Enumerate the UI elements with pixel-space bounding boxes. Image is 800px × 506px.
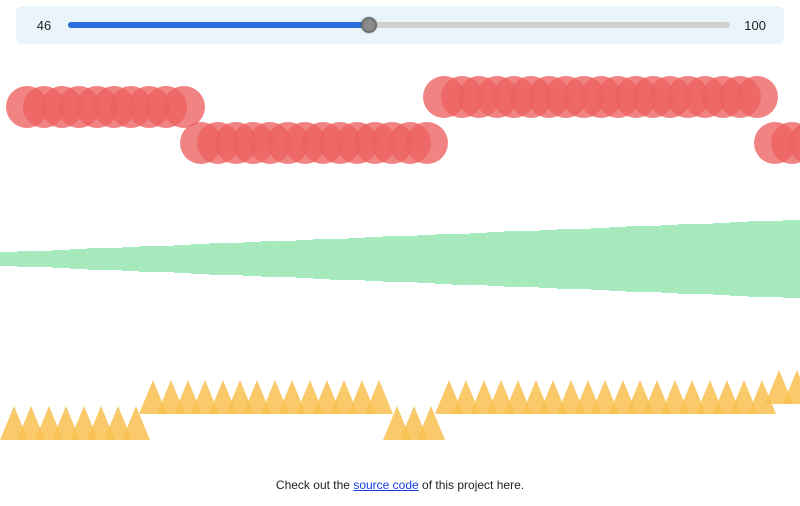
bar-shape	[122, 247, 140, 271]
bar-shape	[748, 221, 766, 296]
slider-value-label: 46	[34, 18, 54, 33]
bar-shape	[87, 248, 105, 269]
triangles-row	[0, 344, 800, 424]
bar-shape	[487, 232, 505, 286]
bar-shape	[139, 246, 157, 271]
bar-shape	[243, 242, 261, 276]
bar-shape	[296, 240, 314, 278]
bar-shape	[435, 234, 453, 284]
circle-shape	[736, 76, 778, 118]
bar-shape	[591, 228, 609, 290]
slider-max-label: 100	[744, 18, 766, 33]
slider-container: 46 100	[16, 6, 784, 44]
bar-shape	[365, 237, 383, 281]
bar-shape	[0, 252, 18, 266]
triangle-shape	[783, 370, 800, 404]
circle-shape	[406, 122, 448, 164]
footer-text: Check out the source code of this projec…	[0, 478, 800, 492]
source-code-link[interactable]: source code	[353, 478, 418, 492]
bar-shape	[696, 224, 714, 295]
bar-shape	[157, 246, 175, 273]
bars-row	[0, 214, 800, 304]
bar-shape	[470, 233, 488, 285]
bar-shape	[400, 236, 418, 283]
bar-shape	[539, 230, 557, 288]
bar-shape	[191, 244, 209, 274]
circles-row	[0, 62, 800, 172]
bar-shape	[713, 223, 731, 295]
bar-shape	[452, 234, 470, 285]
bar-shape	[52, 250, 70, 268]
bar-shape	[417, 235, 435, 283]
bar-shape	[70, 249, 88, 269]
bar-shape	[765, 221, 783, 298]
bar-shape	[783, 220, 800, 298]
shapes-canvas	[0, 54, 800, 444]
bar-shape	[730, 222, 748, 296]
bar-shape	[261, 241, 279, 276]
bar-shape	[174, 245, 192, 273]
bar-shape	[104, 248, 122, 271]
bar-shape	[504, 231, 522, 286]
bar-shape	[330, 239, 348, 280]
bar-shape	[209, 243, 227, 274]
bar-shape	[17, 251, 35, 266]
bar-shape	[626, 226, 644, 291]
footer-suffix: of this project here.	[419, 478, 524, 492]
bar-shape	[643, 226, 661, 293]
bar-shape	[226, 243, 244, 275]
bar-shape	[609, 227, 627, 291]
footer-prefix: Check out the	[276, 478, 353, 492]
bar-shape	[557, 229, 575, 289]
bar-shape	[522, 231, 540, 288]
slider-thumb[interactable]	[361, 17, 377, 33]
bar-shape	[678, 224, 696, 293]
bar-shape	[383, 236, 401, 281]
count-slider[interactable]	[68, 16, 730, 34]
bar-shape	[313, 239, 331, 279]
slider-track-fill	[68, 22, 369, 28]
bar-shape	[348, 238, 366, 280]
bar-shape	[574, 229, 592, 290]
bar-shape	[661, 225, 679, 293]
bar-shape	[35, 251, 53, 268]
bar-shape	[278, 241, 296, 278]
